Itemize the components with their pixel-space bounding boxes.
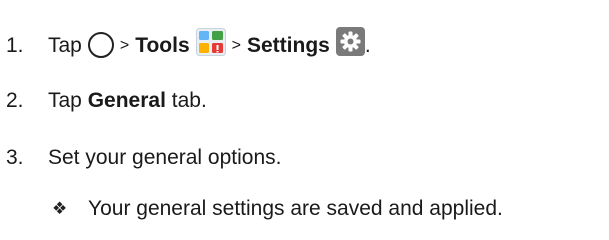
settings-gear-icon bbox=[335, 27, 365, 56]
tools-folder-icon bbox=[195, 27, 226, 56]
separator: > bbox=[119, 36, 130, 54]
tools-label: Tools bbox=[135, 33, 190, 57]
step-number: 2. bbox=[6, 89, 24, 112]
step-end-period: . bbox=[364, 33, 371, 57]
step-number: 1. bbox=[6, 33, 24, 57]
result-note: ❖ Your general settings are saved and ap… bbox=[52, 195, 503, 223]
step-number: 3. bbox=[6, 146, 24, 169]
step-text-tap: Tap bbox=[48, 89, 82, 112]
home-circle-icon bbox=[87, 31, 114, 58]
step-2: 2. Tap General tab. bbox=[0, 87, 207, 115]
step-3: 3. Set your general options. bbox=[0, 144, 281, 172]
settings-label: Settings bbox=[247, 33, 330, 57]
general-label: General bbox=[87, 89, 166, 112]
step-text-rest: tab. bbox=[171, 89, 207, 112]
diamond-bullet-icon: ❖ bbox=[52, 199, 68, 218]
result-text: Your general settings are saved and appl… bbox=[88, 197, 503, 220]
step-1: 1. Tap > Tools > Settings . bbox=[0, 27, 371, 64]
separator: > bbox=[231, 36, 241, 54]
step-text-tap: Tap bbox=[48, 33, 82, 57]
step-text: Set your general options. bbox=[48, 146, 282, 169]
